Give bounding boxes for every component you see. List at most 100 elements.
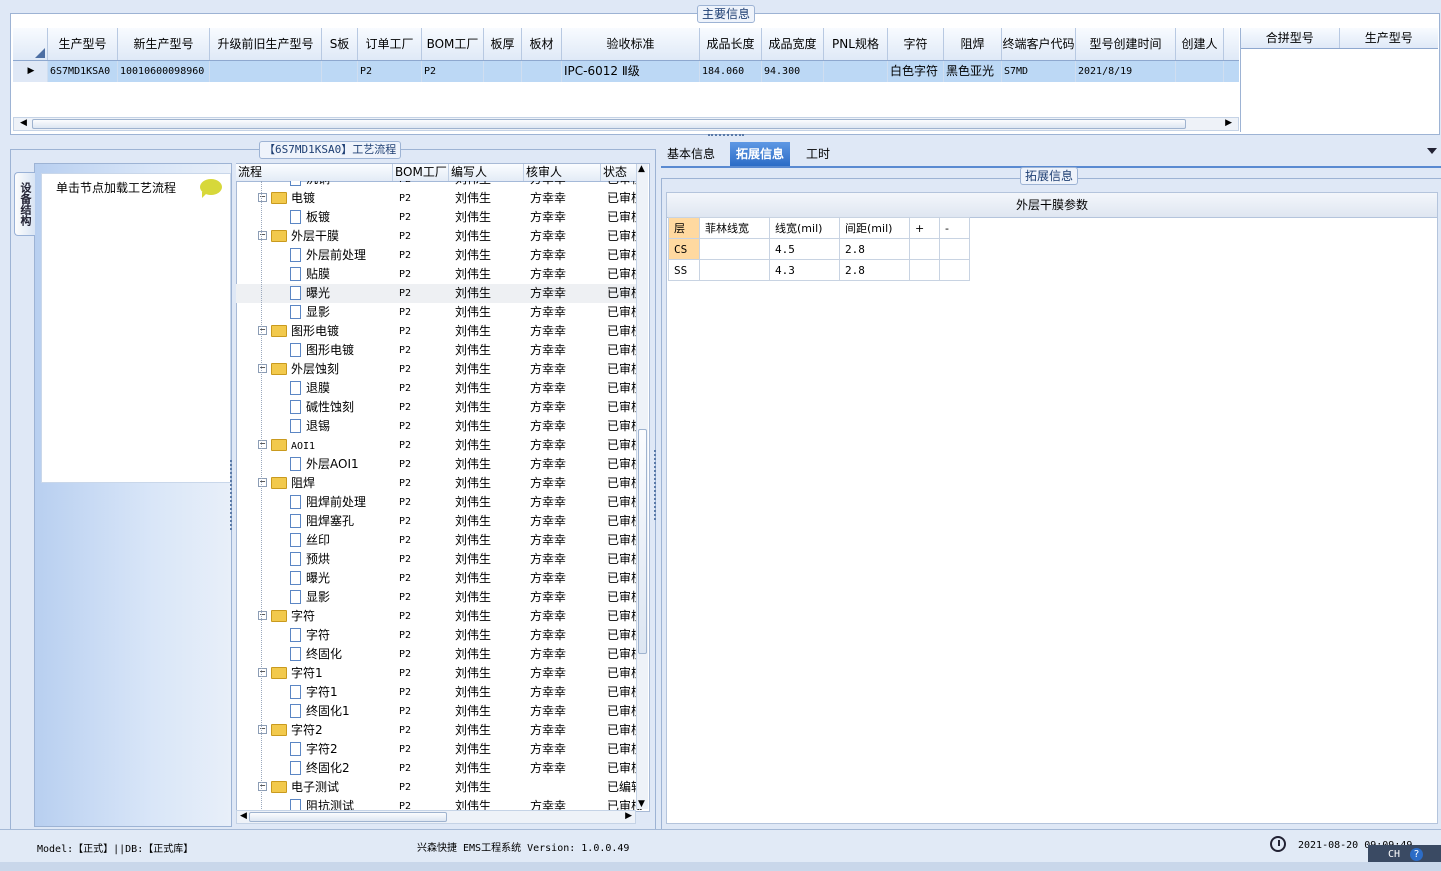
tree-node[interactable]: 贴膜: [236, 265, 393, 284]
tree-node[interactable]: 曝光: [236, 284, 393, 303]
vertical-splitter[interactable]: [654, 450, 660, 520]
tree-row[interactable]: 曝光 P2 刘伟生 方幸幸 已审核: [236, 569, 648, 588]
column-header[interactable]: 阻焊: [944, 28, 1002, 60]
tree-row[interactable]: − 字符2 P2 刘伟生 方幸幸 已审核: [236, 721, 648, 740]
table-cell[interactable]: P2: [422, 61, 484, 82]
tree-node[interactable]: 终固化1: [236, 702, 393, 721]
param-cell[interactable]: 4.5: [769, 238, 840, 260]
tree-node[interactable]: − 字符2: [236, 721, 393, 740]
tree-row[interactable]: 显影 P2 刘伟生 方幸幸 已审核: [236, 588, 648, 607]
column-header[interactable]: PNL规格: [824, 28, 888, 60]
tree-node[interactable]: − 字符: [236, 607, 393, 626]
collapse-icon[interactable]: −: [258, 364, 267, 373]
tree-node[interactable]: 终固化: [236, 645, 393, 664]
tree-column-header[interactable]: 核审人: [524, 164, 601, 181]
column-header[interactable]: 板材: [522, 28, 562, 60]
collapse-icon[interactable]: −: [258, 478, 267, 487]
tree-node[interactable]: 字符2: [236, 740, 393, 759]
tree-row[interactable]: − 图形电镀 P2 刘伟生 方幸幸 已审核: [236, 322, 648, 341]
tree-row[interactable]: 终固化 P2 刘伟生 方幸幸 已审核: [236, 645, 648, 664]
table-cell[interactable]: 黑色亚光: [944, 61, 1002, 82]
param-cell[interactable]: [909, 238, 940, 260]
column-header[interactable]: 型号创建时间: [1076, 28, 1176, 60]
param-cell[interactable]: [939, 259, 970, 281]
tree-row[interactable]: 丝印 P2 刘伟生 方幸幸 已审核: [236, 531, 648, 550]
collapse-icon[interactable]: −: [258, 231, 267, 240]
process-tree-hscroll[interactable]: ◀ ▶: [236, 810, 636, 824]
tree-node[interactable]: − AOI1: [236, 436, 393, 455]
table-cell[interactable]: 2021/8/19: [1076, 61, 1176, 82]
splitter-grip-icon[interactable]: [708, 134, 744, 140]
tree-node[interactable]: 碱性蚀刻: [236, 398, 393, 417]
tree-node[interactable]: − 外层蚀刻: [236, 360, 393, 379]
tree-node[interactable]: 显影: [236, 303, 393, 322]
param-cell[interactable]: CS: [668, 238, 700, 260]
tree-row[interactable]: 退膜 P2 刘伟生 方幸幸 已审核: [236, 379, 648, 398]
column-header[interactable]: 验收标准: [562, 28, 700, 60]
column-header[interactable]: 字符: [888, 28, 944, 60]
tree-node[interactable]: 板镀: [236, 208, 393, 227]
column-header[interactable]: 成品宽度: [762, 28, 824, 60]
collapse-icon[interactable]: −: [258, 193, 267, 202]
tree-vscroll-thumb[interactable]: [638, 429, 647, 654]
param-cell[interactable]: SS: [668, 259, 700, 281]
tree-node[interactable]: 阻焊前处理: [236, 493, 393, 512]
tree-node[interactable]: 预烘: [236, 550, 393, 569]
table-cell[interactable]: [1176, 61, 1224, 82]
tree-row[interactable]: − 电子测试 P2 刘伟生 已编辑: [236, 778, 648, 797]
tree-row[interactable]: 终固化2 P2 刘伟生 方幸幸 已审核: [236, 759, 648, 778]
tree-row[interactable]: 板镀 P2 刘伟生 方幸幸 已审核: [236, 208, 648, 227]
select-all-icon[interactable]: [35, 48, 45, 58]
tree-node[interactable]: 图形电镀: [236, 341, 393, 360]
table-cell[interactable]: [522, 61, 562, 82]
table-cell[interactable]: 白色字符: [888, 61, 944, 82]
tab-device-structure[interactable]: 设备结构: [14, 172, 35, 236]
table-cell[interactable]: 184.060: [700, 61, 762, 82]
tree-node[interactable]: − 电子测试: [236, 778, 393, 797]
column-header[interactable]: 升级前旧生产型号: [210, 28, 322, 60]
tree-row[interactable]: 贴膜 P2 刘伟生 方幸幸 已审核: [236, 265, 648, 284]
chevron-down-icon[interactable]: [1427, 148, 1437, 154]
tree-column-header[interactable]: 流程: [236, 164, 393, 181]
param-cell[interactable]: [909, 259, 940, 281]
param-cell[interactable]: 4.3: [769, 259, 840, 281]
scroll-thumb[interactable]: [32, 119, 1186, 129]
tree-row[interactable]: − 外层蚀刻 P2 刘伟生 方幸幸 已审核: [236, 360, 648, 379]
column-header[interactable]: 订单工厂: [358, 28, 422, 60]
param-cell[interactable]: [699, 238, 770, 260]
table-cell[interactable]: [484, 61, 522, 82]
tree-node[interactable]: 终固化2: [236, 759, 393, 778]
column-header[interactable]: BOM工厂: [422, 28, 484, 60]
language-indicator[interactable]: CH: [1388, 849, 1400, 860]
collapse-icon[interactable]: −: [258, 668, 267, 677]
tree-node[interactable]: 丝印: [236, 531, 393, 550]
scroll-down-icon[interactable]: ▼: [638, 799, 645, 809]
param-cell[interactable]: [699, 259, 770, 281]
tree-column-header[interactable]: BOM工厂: [393, 164, 449, 181]
tree-node[interactable]: 外层前处理: [236, 246, 393, 265]
table-cell[interactable]: S7MD: [1002, 61, 1076, 82]
collapse-icon[interactable]: −: [258, 326, 267, 335]
tree-row[interactable]: 阻焊塞孔 P2 刘伟生 方幸幸 已审核: [236, 512, 648, 531]
tree-node[interactable]: − 外层干膜: [236, 227, 393, 246]
table-cell[interactable]: [210, 61, 322, 82]
scroll-left-icon[interactable]: ◀: [20, 118, 27, 128]
param-cell[interactable]: [939, 238, 970, 260]
scroll-up-icon[interactable]: ▲: [638, 164, 645, 174]
tree-row[interactable]: − 阻焊 P2 刘伟生 方幸幸 已审核: [236, 474, 648, 493]
tree-row[interactable]: 退锡 P2 刘伟生 方幸幸 已审核: [236, 417, 648, 436]
column-header[interactable]: 生产型号: [48, 28, 118, 60]
tree-row[interactable]: 字符1 P2 刘伟生 方幸幸 已审核: [236, 683, 648, 702]
tree-node[interactable]: 退膜: [236, 379, 393, 398]
collapse-icon[interactable]: −: [258, 725, 267, 734]
process-hint-box[interactable]: 单击节点加载工艺流程: [41, 173, 231, 483]
tree-row[interactable]: 图形电镀 P2 刘伟生 方幸幸 已审核: [236, 341, 648, 360]
tree-row[interactable]: 预烘 P2 刘伟生 方幸幸 已审核: [236, 550, 648, 569]
tree-row[interactable]: 外层AOI1 P2 刘伟生 方幸幸 已审核: [236, 455, 648, 474]
table-cell[interactable]: 10010600098960: [118, 61, 210, 82]
tree-row[interactable]: 字符 P2 刘伟生 方幸幸 已审核: [236, 626, 648, 645]
tree-node[interactable]: 外层AOI1: [236, 455, 393, 474]
column-header[interactable]: 新生产型号: [118, 28, 210, 60]
question-circle-icon[interactable]: ?: [1410, 848, 1423, 861]
main-grid-hscroll[interactable]: ◀ ▶: [13, 117, 1239, 131]
